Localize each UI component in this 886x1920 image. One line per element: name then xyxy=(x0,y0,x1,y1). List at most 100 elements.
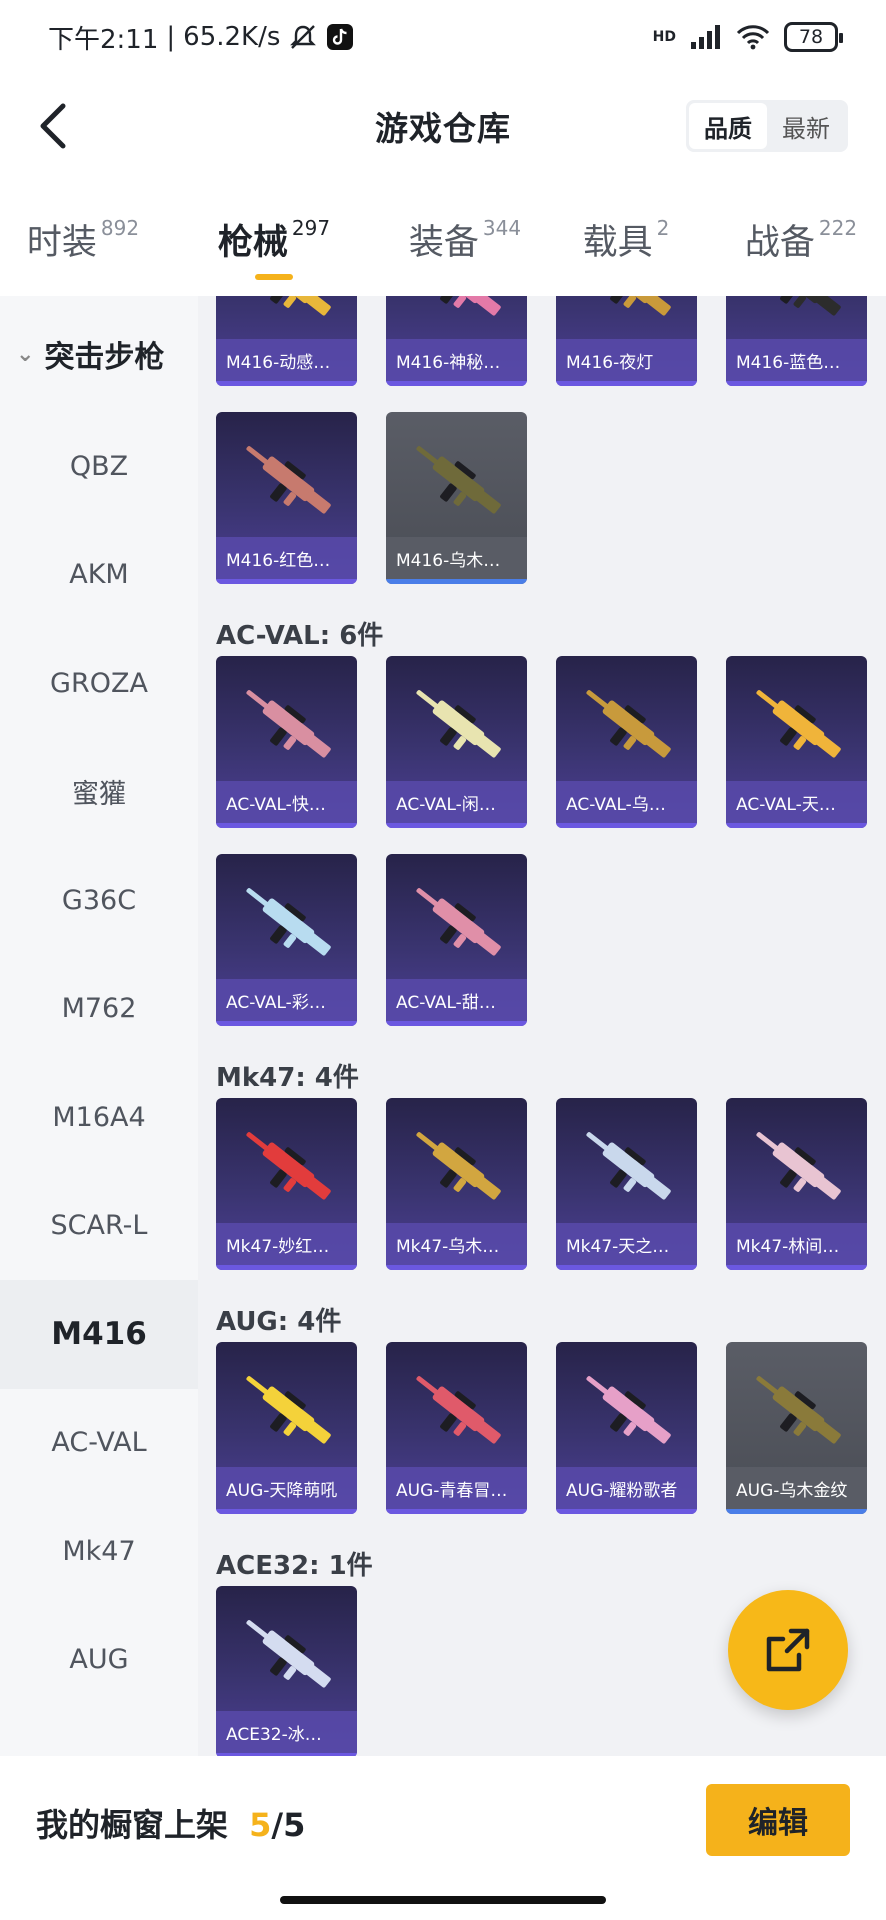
mute-icon xyxy=(290,25,317,49)
edit-button[interactable]: 编辑 xyxy=(706,1784,850,1856)
back-button[interactable] xyxy=(22,96,82,156)
tab-label: 枪械 xyxy=(217,223,288,263)
skin-label: AUG-乌木金纹 xyxy=(726,1467,867,1509)
sort-toggle: 品质 最新 xyxy=(686,100,848,152)
sidebar-item-mk47[interactable]: Mk47 xyxy=(0,1497,198,1606)
weapon-type-sidebar: ⌄ 突击步枪 QBZ AKM GROZA 蜜獾 G36C M762 M16A4 … xyxy=(0,296,198,1756)
skin-card[interactable]: M416-蓝色… xyxy=(726,296,867,386)
skin-card[interactable]: ACE32-冰… xyxy=(216,1586,357,1756)
sidebar-item-honey-badger[interactable]: 蜜獾 xyxy=(0,738,198,847)
sidebar-item-ac-val[interactable]: AC-VAL xyxy=(0,1389,198,1498)
skin-card[interactable]: M416-红色… xyxy=(216,412,357,584)
wifi-icon xyxy=(736,25,770,50)
sidebar-item-g36c[interactable]: G36C xyxy=(0,846,198,955)
sidebar-item-m416[interactable]: M416 xyxy=(0,1280,198,1389)
sort-quality-button[interactable]: 品质 xyxy=(689,103,767,149)
skin-card[interactable]: M416-动感… xyxy=(216,296,357,386)
sidebar-item-m762[interactable]: M762 xyxy=(0,955,198,1064)
skin-card[interactable]: AUG-乌木金纹 xyxy=(726,1342,867,1514)
tab-equipment[interactable]: 装备 344 xyxy=(380,200,550,280)
header: 游戏仓库 品质 最新 xyxy=(0,74,886,178)
rifle-icon xyxy=(416,888,501,956)
network-type: HD xyxy=(652,29,676,45)
sidebar-item-akm[interactable]: AKM xyxy=(0,521,198,630)
skin-grid: AC-VAL-快… AC-VAL-闲… AC-VAL-乌… AC-VAL-天… AC-V… xyxy=(216,656,886,1052)
sidebar-item-groza[interactable]: GROZA xyxy=(0,629,198,738)
rifle-icon xyxy=(586,690,671,758)
skin-label: Mk47-妙红… xyxy=(216,1223,357,1265)
skin-card[interactable]: M416-夜灯 xyxy=(556,296,697,386)
skin-card[interactable]: Mk47-林间… xyxy=(726,1098,867,1270)
skin-card[interactable]: AC-VAL-快… xyxy=(216,656,357,828)
skin-label: AUG-青春冒… xyxy=(386,1467,527,1509)
skin-card[interactable]: AC-VAL-甜… xyxy=(386,854,527,1026)
tab-label: 装备 xyxy=(408,223,479,263)
skin-card[interactable]: Mk47-妙红… xyxy=(216,1098,357,1270)
rifle-icon xyxy=(416,1376,501,1444)
rifle-icon xyxy=(586,1376,671,1444)
skin-card[interactable]: AUG-青春冒… xyxy=(386,1342,527,1514)
tab-guns[interactable]: 枪械 297 xyxy=(194,200,354,280)
skin-label: Mk47-乌木… xyxy=(386,1223,527,1265)
share-button[interactable] xyxy=(728,1590,848,1710)
status-separator: | xyxy=(166,22,176,52)
rifle-icon xyxy=(246,446,331,514)
rifle-icon xyxy=(416,690,501,758)
tab-count: 222 xyxy=(818,216,858,240)
skin-label: M416-乌木… xyxy=(386,537,527,579)
status-net-speed: 65.2K/s xyxy=(183,22,281,52)
rifle-icon xyxy=(246,1620,331,1688)
chevron-left-icon xyxy=(40,103,66,149)
skin-card[interactable]: Mk47-乌木… xyxy=(386,1098,527,1270)
rifle-icon xyxy=(246,1132,331,1200)
sidebar-item-scar-l[interactable]: SCAR-L xyxy=(0,1172,198,1281)
sidebar-item-m16a4[interactable]: M16A4 xyxy=(0,1063,198,1172)
tiktok-icon xyxy=(327,24,354,50)
tab-vehicles[interactable]: 载具 2 xyxy=(566,200,686,280)
skin-card[interactable]: AC-VAL-天… xyxy=(726,656,867,828)
skin-label: AC-VAL-闲… xyxy=(386,781,527,823)
tab-supplies[interactable]: 战备 222 xyxy=(716,200,886,280)
skin-card[interactable]: M416-乌木… xyxy=(386,412,527,584)
skin-card[interactable]: AUG-天降萌吼 xyxy=(216,1342,357,1514)
tab-fashion[interactable]: 时装 892 xyxy=(0,200,166,280)
skin-card[interactable]: AUG-耀粉歌者 xyxy=(556,1342,697,1514)
rifle-icon xyxy=(586,1132,671,1200)
rifle-icon xyxy=(772,296,841,316)
rifle-icon xyxy=(756,690,841,758)
rifle-icon xyxy=(262,296,331,316)
skin-list: M416-动感… M416-神秘… M416-夜灯 M416-蓝色… M416-红色… M… xyxy=(198,296,886,1756)
battery-indicator: 78 xyxy=(784,22,843,52)
skin-card[interactable]: AC-VAL-彩… xyxy=(216,854,357,1026)
bottom-bar: 我的橱窗上架 5/5 编辑 xyxy=(0,1756,886,1920)
showcase-label: 我的橱窗上架 xyxy=(36,1806,229,1844)
sidebar-item-aug[interactable]: AUG xyxy=(0,1606,198,1715)
showcase-total-count: /5 xyxy=(271,1806,306,1844)
rifle-icon xyxy=(602,296,671,316)
sidebar-group-assault-rifles[interactable]: ⌄ 突击步枪 xyxy=(0,296,198,412)
skin-label: AC-VAL-乌… xyxy=(556,781,697,823)
tab-active-indicator xyxy=(255,274,293,280)
skin-card[interactable]: AC-VAL-闲… xyxy=(386,656,527,828)
chevron-down-icon: ⌄ xyxy=(16,341,35,367)
skin-card[interactable]: M416-神秘… xyxy=(386,296,527,386)
sort-newest-button[interactable]: 最新 xyxy=(767,103,845,149)
tab-label: 载具 xyxy=(582,223,653,263)
rifle-icon xyxy=(756,1376,841,1444)
showcase-current-count: 5 xyxy=(249,1806,272,1844)
skin-card[interactable]: Mk47-天之… xyxy=(556,1098,697,1270)
rifle-icon xyxy=(246,888,331,956)
rifle-icon xyxy=(246,1376,331,1444)
skin-card[interactable]: AC-VAL-乌… xyxy=(556,656,697,828)
skin-label: M416-夜灯 xyxy=(556,339,697,381)
tab-label: 战备 xyxy=(744,223,815,263)
sidebar-item-ace32[interactable]: ACE32 xyxy=(0,1714,198,1756)
home-indicator[interactable] xyxy=(280,1896,606,1904)
tab-count: 297 xyxy=(291,216,331,240)
skin-grid: M416-动感… M416-神秘… M416-夜灯 M416-蓝色… M416-红色… M… xyxy=(216,296,886,610)
skin-grid: Mk47-妙红… Mk47-乌木… Mk47-天之… Mk47-林间… xyxy=(216,1098,886,1296)
skin-label: AC-VAL-天… xyxy=(726,781,867,823)
sidebar-item-qbz[interactable]: QBZ xyxy=(0,412,198,521)
skin-label: Mk47-天之… xyxy=(556,1223,697,1265)
skin-label: M416-动感… xyxy=(216,339,357,381)
